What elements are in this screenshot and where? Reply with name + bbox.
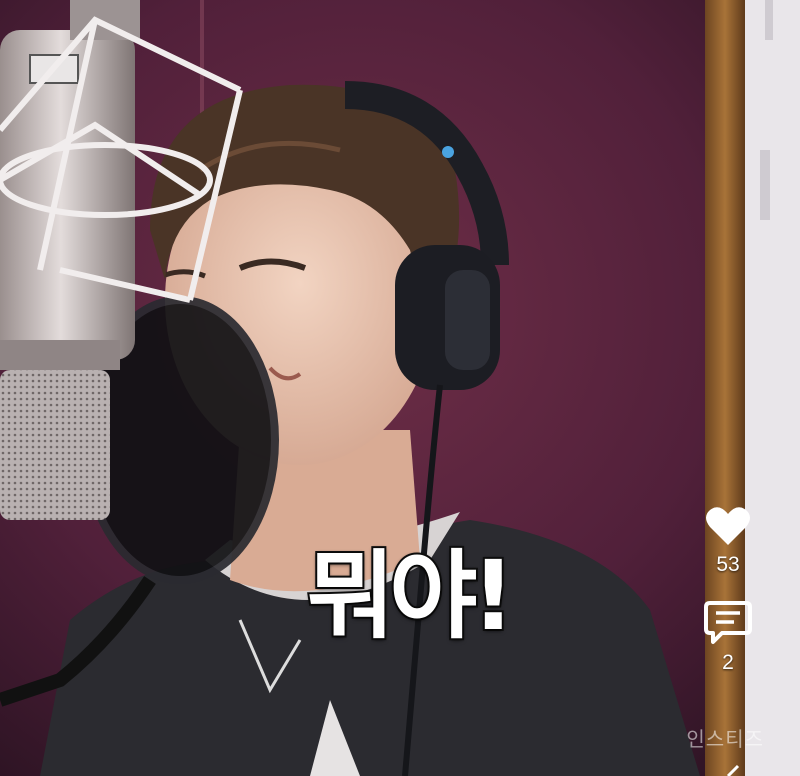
like-button[interactable]: 53: [705, 505, 751, 577]
comment-icon: [704, 601, 752, 644]
comment-count: 2: [722, 651, 734, 674]
video-caption: 뭐야!: [305, 540, 517, 652]
comment-button[interactable]: 2: [704, 599, 752, 675]
video-frame: [0, 0, 800, 776]
video-player[interactable]: 뭐야! 53 2 인스티즈: [0, 0, 800, 776]
heart-icon: [706, 507, 750, 545]
action-bar: 53 2: [700, 505, 756, 675]
watermark: 인스티즈: [686, 727, 764, 751]
share-icon[interactable]: [726, 762, 740, 776]
microphone-grille: [0, 370, 110, 520]
like-count: 53: [716, 553, 740, 576]
